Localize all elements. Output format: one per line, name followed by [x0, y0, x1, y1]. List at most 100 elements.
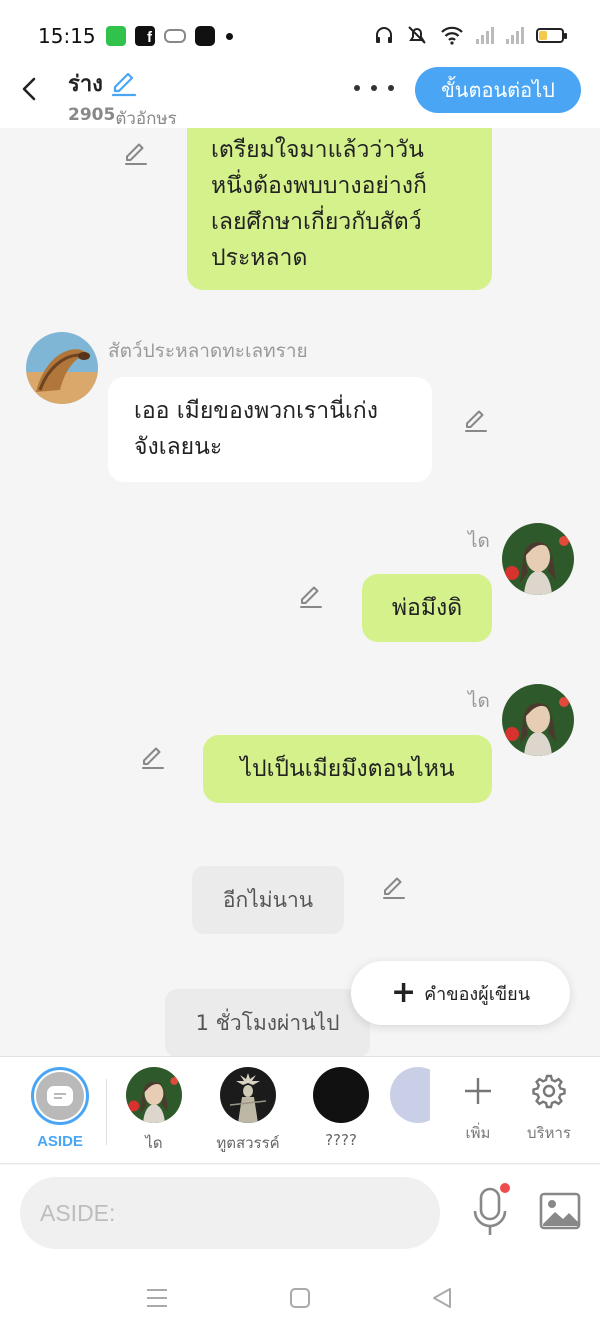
edit-message-button[interactable]	[462, 407, 490, 435]
edit-message-button[interactable]	[122, 140, 150, 168]
character-unknown[interactable]: ????	[301, 1067, 381, 1149]
message-input[interactable]	[20, 1177, 440, 1249]
edit-message-button[interactable]	[380, 874, 408, 902]
pencil-icon	[111, 72, 137, 96]
headset-icon	[376, 27, 392, 43]
notification-icons: f	[106, 25, 233, 47]
manage-characters-button[interactable]: บริหาร	[517, 1071, 581, 1145]
more-dot	[371, 85, 377, 91]
snake-avatar	[390, 1067, 430, 1123]
page-title: ร่าง	[68, 72, 103, 97]
message-line: เตรียมใจมาแล้วว่าวัน	[211, 137, 424, 163]
divider	[106, 1079, 107, 1145]
character-name: ????	[325, 1131, 357, 1149]
sender-name: ได	[468, 530, 490, 552]
system-status-icons	[374, 25, 567, 45]
triangle-back-icon	[433, 1288, 451, 1308]
author-note-button[interactable]: + คำของผู้เขียน	[351, 961, 570, 1025]
character-aside[interactable]: ASIDE	[20, 1067, 100, 1150]
message-line: เลยศึกษาเกี่ยวกับสัตว์	[211, 209, 422, 235]
chat-area[interactable]: เตรียมใจมาแล้วว่าวัน หนึ่งต้องพบบางอย่าง…	[0, 128, 600, 1056]
author-note-label: คำของผู้เขียน	[424, 983, 531, 1005]
aside-avatar	[31, 1067, 89, 1125]
system-back-button[interactable]	[427, 1283, 457, 1313]
gear-icon	[532, 1074, 566, 1109]
character-snake[interactable]: งู	[390, 1067, 430, 1155]
facebook-icon: f	[135, 26, 155, 46]
composer	[0, 1165, 600, 1261]
back-button[interactable]	[14, 74, 44, 104]
add-character-button[interactable]: เพิ่ม	[446, 1071, 510, 1145]
notification-dot	[500, 1183, 510, 1193]
pencil-icon	[300, 586, 322, 608]
chevron-left-icon	[22, 77, 36, 101]
dai-avatar[interactable]	[502, 684, 574, 756]
narration-message[interactable]: อีกไม่นาน	[192, 866, 344, 934]
edit-message-button[interactable]	[297, 583, 325, 611]
black-avatar	[313, 1067, 369, 1123]
insert-image-button[interactable]	[538, 1191, 582, 1231]
dai-avatar-image	[502, 523, 574, 595]
top-bar: ร่าง 2905 ตัวอักษร ขั้นตอนต่อไป	[0, 58, 600, 129]
wifi-icon	[441, 26, 463, 45]
message-line: จังเลยนะ	[134, 434, 223, 460]
edit-message-button[interactable]	[139, 744, 167, 772]
character-name: ASIDE	[37, 1133, 83, 1150]
message-line: หนึ่งต้องพบบางอย่างก็	[211, 173, 427, 199]
pencil-icon	[142, 747, 164, 769]
pencil-icon	[125, 143, 147, 165]
add-label: เพิ่ม	[465, 1124, 491, 1142]
status-time: 15:15	[38, 24, 96, 48]
home-button[interactable]	[285, 1283, 315, 1313]
desert-monster-avatar-image	[26, 332, 98, 404]
message-line: เออ เมียของพวกเรานี่เก่ง	[134, 398, 378, 424]
aside-icon	[47, 1086, 73, 1106]
dai-avatar	[126, 1067, 182, 1123]
microphone-icon	[473, 1187, 507, 1235]
image-icon	[539, 1192, 581, 1230]
sender-name: สัตว์ประหลาดทะเลทราย	[108, 340, 308, 362]
plus-icon: +	[390, 975, 417, 1010]
dai-avatar[interactable]	[502, 523, 574, 595]
signal-icon-1	[476, 26, 494, 44]
square-icon	[290, 1288, 310, 1308]
next-step-button[interactable]: ขั้นตอนต่อไป	[415, 67, 581, 113]
desert-monster-avatar[interactable]	[26, 332, 98, 404]
mute-bell-icon	[408, 26, 426, 44]
robot-app-icon	[195, 26, 215, 46]
narration-text: อีกไม่นาน	[222, 887, 314, 912]
message-line: ประหลาด	[211, 245, 308, 271]
sender-name: ได	[468, 690, 490, 712]
character-selector: ASIDE ได ทูตสวรรค์ ???? เพิ่ม บริหาร	[0, 1056, 600, 1164]
menu-icon	[147, 1289, 167, 1307]
system-navigation-bar	[0, 1261, 600, 1333]
narration-message[interactable]: 1 ชั่วโมงผ่านไป	[165, 989, 370, 1056]
character-name: ได	[145, 1134, 163, 1152]
game-controller-icon	[164, 29, 186, 43]
pencil-icon	[465, 410, 487, 432]
recent-apps-button[interactable]	[142, 1283, 172, 1313]
message-text: พ่อมึงดิ	[391, 595, 463, 621]
character-angel[interactable]: ทูตสวรรค์	[208, 1067, 288, 1155]
draft-title-area: ร่าง 2905 ตัวอักษร	[68, 66, 177, 132]
more-options-button[interactable]	[354, 76, 394, 100]
battery-icon	[536, 27, 567, 43]
angel-avatar	[220, 1067, 276, 1123]
pencil-icon	[383, 877, 405, 899]
dai-avatar-image	[502, 684, 574, 756]
message-text: ไปเป็นเมียมึงตอนไหน	[240, 756, 455, 782]
message-bubble[interactable]: พ่อมึงดิ	[362, 574, 492, 642]
character-name: ทูตสวรรค์	[216, 1134, 280, 1152]
microphone-button[interactable]	[468, 1185, 512, 1239]
manage-label: บริหาร	[527, 1124, 571, 1142]
narration-text: 1 ชั่วโมงผ่านไป	[195, 1010, 340, 1035]
message-bubble[interactable]: ไปเป็นเมียมึงตอนไหน	[203, 735, 492, 803]
edit-title-button[interactable]	[109, 69, 139, 99]
message-bubble[interactable]: เตรียมใจมาแล้วว่าวัน หนึ่งต้องพบบางอย่าง…	[187, 128, 492, 290]
more-dot	[388, 85, 394, 91]
app-notification-icon	[106, 26, 126, 46]
message-bubble[interactable]: เออ เมียของพวกเรานี่เก่ง จังเลยนะ	[108, 377, 432, 482]
more-notifications-dot	[226, 32, 233, 40]
character-dai[interactable]: ได	[114, 1067, 194, 1155]
plus-icon	[465, 1078, 491, 1104]
